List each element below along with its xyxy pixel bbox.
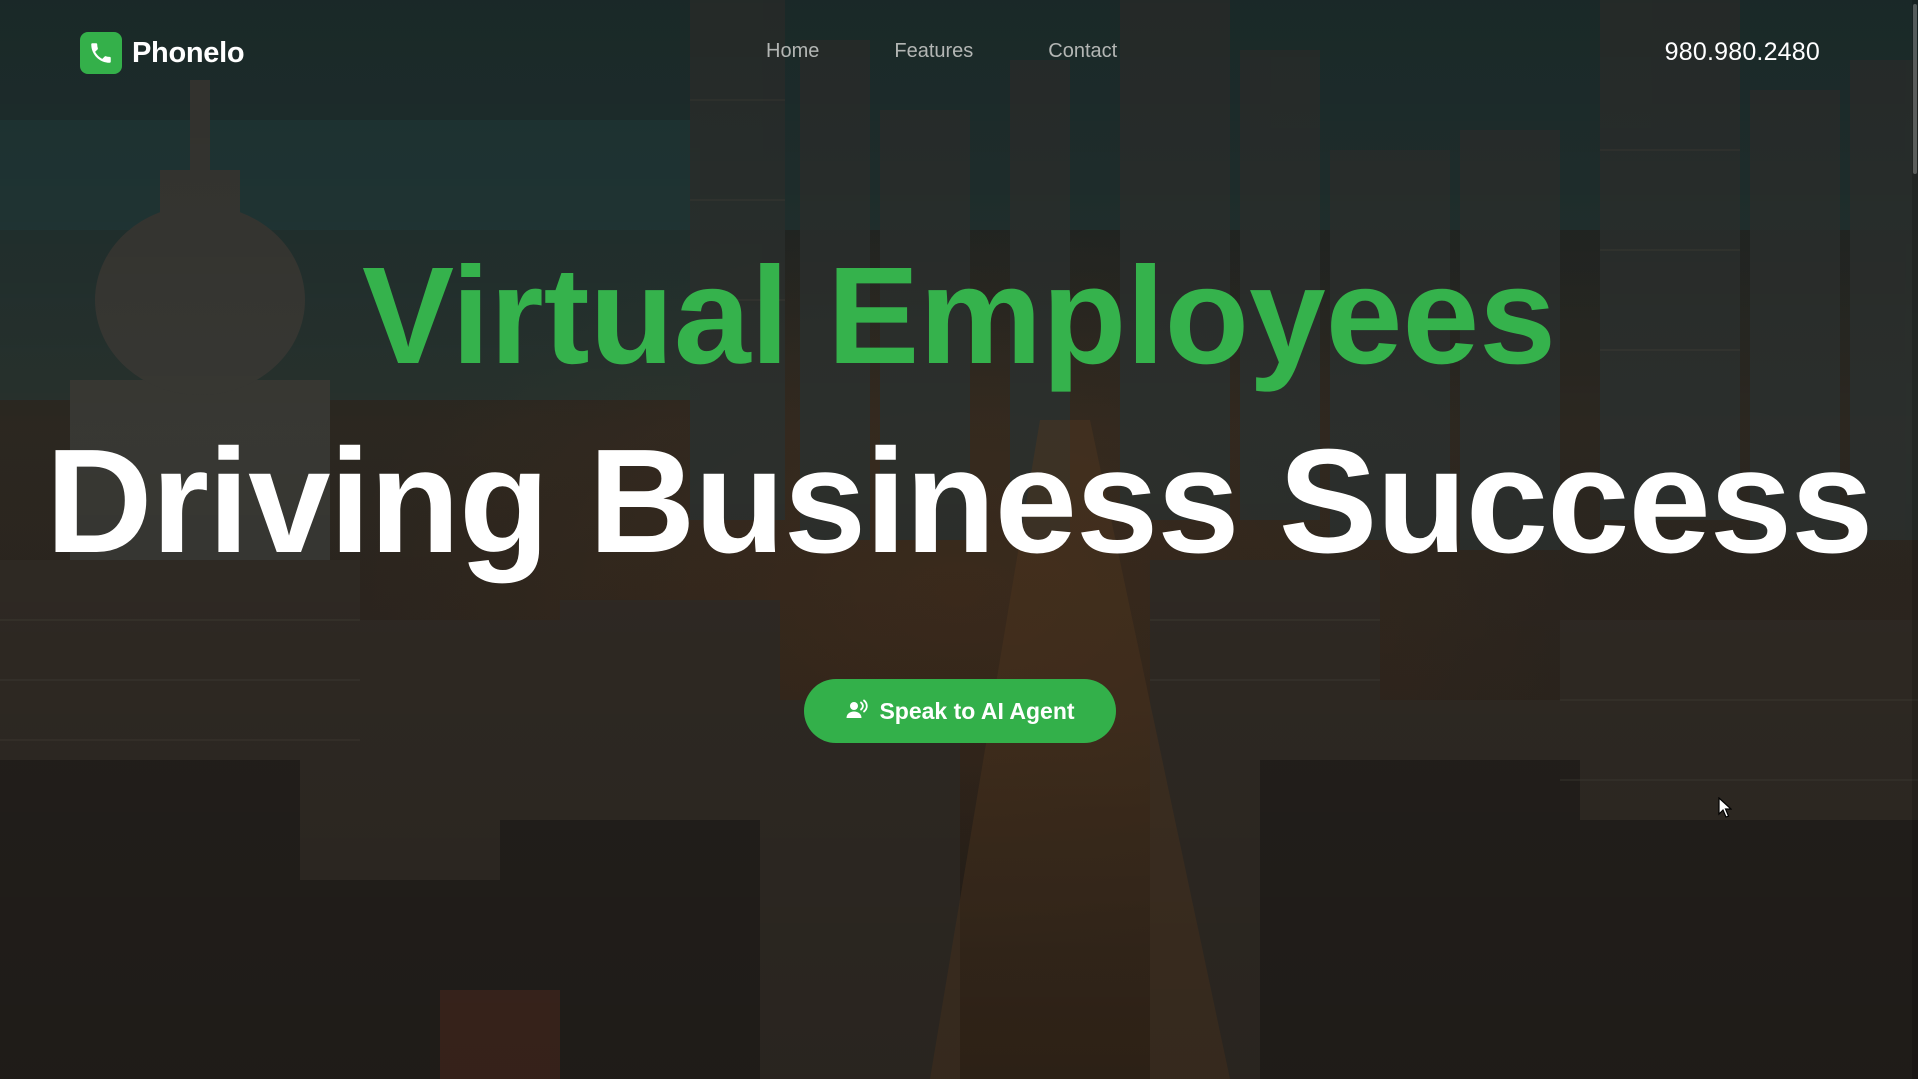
speaking-person-icon <box>845 698 869 725</box>
phone-number-link[interactable]: 980.980.2480 <box>1665 38 1820 67</box>
nav-contact-link[interactable]: Contact <box>1048 40 1117 63</box>
speak-to-ai-agent-button[interactable]: Speak to AI Agent <box>804 679 1116 743</box>
scrollbar-thumb[interactable] <box>1913 4 1917 174</box>
hero-headline-line1: Virtual Employees <box>362 239 1556 393</box>
hero-headline-line2: Driving Business Success <box>45 419 1874 584</box>
brand-logo[interactable]: Phonelo <box>80 32 245 74</box>
main-nav: Home Features Contact <box>766 40 1117 63</box>
cta-label: Speak to AI Agent <box>879 697 1075 724</box>
site-header: Phonelo Home Features Contact 980.980.24… <box>0 0 1918 106</box>
phone-icon <box>80 32 122 74</box>
nav-features-link[interactable]: Features <box>894 40 973 63</box>
nav-home-link[interactable]: Home <box>766 40 819 63</box>
mouse-cursor-icon <box>1718 796 1733 824</box>
page-scrollbar[interactable] <box>1912 0 1918 1079</box>
brand-name: Phonelo <box>132 36 245 69</box>
